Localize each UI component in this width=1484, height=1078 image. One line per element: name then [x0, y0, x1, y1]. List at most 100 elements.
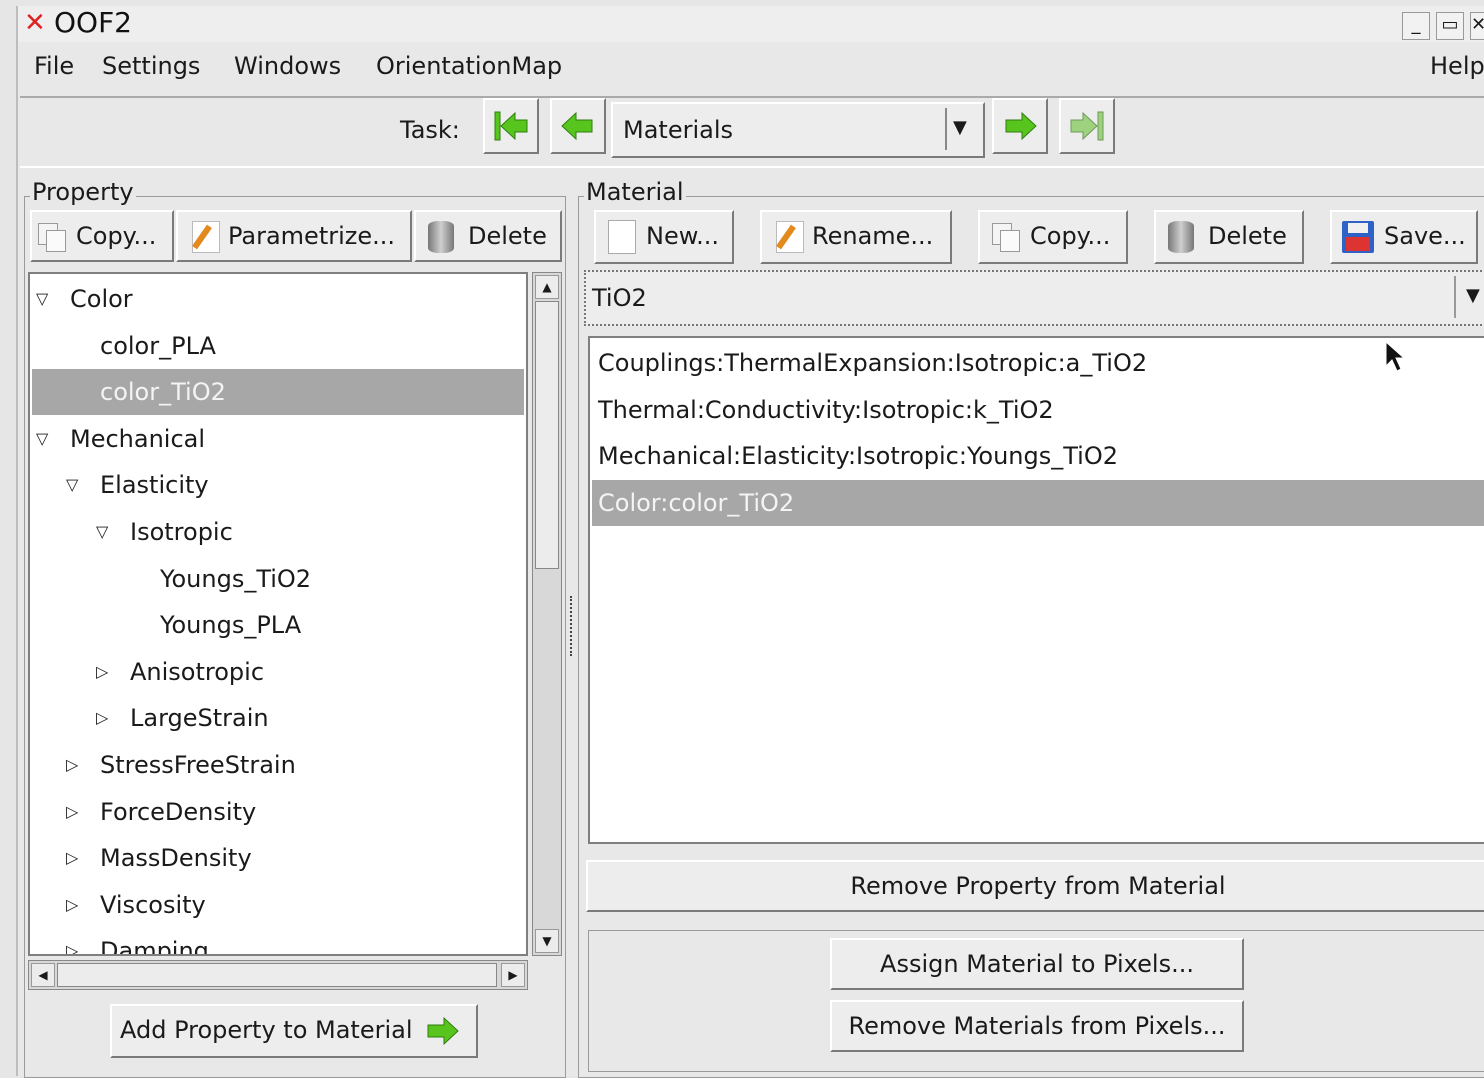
tree-row[interactable]: ▷ StressFreeStrain	[32, 742, 524, 788]
tree-row-label: ForceDensity	[100, 797, 257, 826]
tree-row-label: Isotropic	[130, 518, 233, 546]
menu-help[interactable]: Help	[1430, 48, 1484, 84]
task-label: Task:	[400, 116, 460, 144]
copy-icon	[38, 223, 66, 252]
tree-row[interactable]: ▷ MassDensity	[32, 835, 524, 881]
next-arrow-icon	[1005, 111, 1037, 141]
material-rename-label: Rename...	[812, 222, 934, 250]
material-select[interactable]: TiO2 ▼	[584, 270, 1484, 326]
tree-row-label: LargeStrain	[130, 704, 269, 733]
collapsed-triangle-icon[interactable]: ▷	[66, 882, 78, 928]
material-copy-label: Copy...	[1030, 222, 1111, 250]
list-item[interactable]: Couplings:ThermalExpansion:Isotropic:a_T…	[592, 340, 1484, 386]
menu-orientationmap[interactable]: OrientationMap	[376, 48, 562, 84]
collapsed-triangle-icon[interactable]: ▷	[66, 928, 78, 954]
list-item[interactable]: Color:color_TiO2	[592, 479, 1484, 526]
list-item[interactable]: Mechanical:Elasticity:Isotropic:Youngs_T…	[592, 433, 1484, 479]
tree-row[interactable]: ▷ Damping	[32, 928, 524, 954]
tree-row-label: Mechanical	[70, 424, 206, 453]
property-tree-hscroll[interactable]: ◀ ▶	[28, 960, 528, 990]
first-task-button[interactable]	[483, 98, 539, 154]
expanded-triangle-icon[interactable]: ▽	[36, 416, 48, 462]
scroll-down-icon[interactable]: ▼	[535, 929, 559, 953]
tree-row[interactable]: ▽ Mechanical	[32, 416, 524, 462]
close-button[interactable]: ✕	[1470, 12, 1484, 40]
add-property-button[interactable]: Add Property to Material	[110, 1004, 478, 1058]
tree-row[interactable]: ▷ Anisotropic	[32, 649, 524, 695]
tree-row[interactable]: color_PLA	[32, 323, 524, 369]
parametrize-button[interactable]: Parametrize...	[176, 210, 412, 262]
tree-row-label: MassDensity	[100, 844, 252, 873]
menu-windows[interactable]: Windows	[234, 48, 341, 84]
first-arrow-icon	[494, 111, 528, 141]
list-item[interactable]: Thermal:Conductivity:Isotropic:k_TiO2	[592, 387, 1484, 433]
new-document-icon	[608, 220, 636, 254]
scroll-right-icon[interactable]: ▶	[501, 963, 525, 987]
tree-row-label: Youngs_TiO2	[160, 564, 312, 593]
material-save-button[interactable]: Save...	[1330, 210, 1478, 264]
tree-row[interactable]: ▽ Isotropic	[32, 509, 524, 555]
hscroll-thumb[interactable]	[57, 963, 497, 987]
minimize-button[interactable]: _	[1402, 12, 1430, 40]
task-select-value: Materials	[623, 116, 734, 144]
restore-button[interactable]: ▭	[1436, 12, 1464, 40]
tree-row[interactable]: ▷ ForceDensity	[32, 789, 524, 835]
property-tree[interactable]: ▽ Color color_PLA color_TiO2 ▽ Mechanical ▽ Ela…	[28, 272, 528, 956]
scroll-left-icon[interactable]: ◀	[31, 963, 55, 987]
title-bar: ✕ OOF2 _ ▭ ✕	[18, 6, 1484, 42]
property-delete-label: Delete	[468, 222, 547, 250]
remove-property-button[interactable]: Remove Property from Material	[586, 860, 1484, 912]
material-rename-button[interactable]: Rename...	[760, 210, 952, 264]
material-new-label: New...	[646, 222, 720, 250]
tree-row[interactable]: Youngs_PLA	[32, 602, 524, 648]
material-new-button[interactable]: New...	[594, 210, 734, 264]
assign-material-button[interactable]: Assign Material to Pixels...	[830, 938, 1244, 990]
collapsed-triangle-icon[interactable]: ▷	[96, 695, 108, 741]
collapsed-triangle-icon[interactable]: ▷	[66, 835, 78, 881]
pane-resize-handle[interactable]	[570, 596, 576, 656]
tree-row[interactable]: Youngs_TiO2	[32, 556, 524, 602]
property-delete-button[interactable]: Delete	[414, 210, 562, 262]
property-copy-button[interactable]: Copy...	[30, 210, 174, 262]
mouse-cursor-icon	[1385, 340, 1406, 372]
tree-row-label: color_PLA	[100, 331, 216, 360]
collapsed-triangle-icon[interactable]: ▷	[66, 789, 78, 835]
scroll-up-icon[interactable]: ▲	[535, 275, 559, 299]
prev-task-button[interactable]	[550, 98, 606, 154]
tree-row[interactable]: color_TiO2	[32, 369, 524, 416]
material-copy-button[interactable]: Copy...	[978, 210, 1128, 264]
tree-row[interactable]: ▽ Elasticity	[32, 462, 524, 508]
tree-row-label: Anisotropic	[130, 657, 265, 686]
material-properties-list[interactable]: Couplings:ThermalExpansion:Isotropic:a_T…	[588, 336, 1484, 844]
expanded-triangle-icon[interactable]: ▽	[36, 276, 48, 322]
material-delete-button[interactable]: Delete	[1154, 210, 1304, 264]
property-frame-label: Property	[30, 178, 136, 206]
tree-row[interactable]: ▷ LargeStrain	[32, 695, 524, 741]
vscroll-thumb[interactable]	[535, 301, 559, 569]
chevron-down-icon: ▼	[953, 117, 967, 138]
assign-material-label: Assign Material to Pixels...	[880, 950, 1194, 978]
material-frame-label: Material	[584, 178, 686, 206]
tree-row-label: Youngs_PLA	[160, 611, 302, 640]
remove-materials-button[interactable]: Remove Materials from Pixels...	[830, 1000, 1244, 1052]
select-divider	[1454, 276, 1456, 318]
window-title: OOF2	[54, 6, 132, 39]
menu-settings[interactable]: Settings	[102, 48, 200, 84]
material-delete-label: Delete	[1208, 222, 1287, 250]
task-select[interactable]: Materials ▼	[611, 102, 985, 158]
collapsed-triangle-icon[interactable]: ▷	[66, 742, 78, 788]
last-arrow-icon	[1070, 111, 1104, 141]
chevron-down-icon: ▼	[1466, 285, 1480, 306]
material-save-label: Save...	[1384, 222, 1466, 250]
tree-row[interactable]: ▷ Viscosity	[32, 882, 524, 928]
menu-file[interactable]: File	[34, 48, 74, 84]
property-tree-vscroll[interactable]: ▲ ▼	[532, 272, 562, 956]
collapsed-triangle-icon[interactable]: ▷	[96, 649, 108, 695]
last-task-button[interactable]	[1059, 98, 1115, 154]
expanded-triangle-icon[interactable]: ▽	[96, 509, 108, 555]
minimize-icon: _	[1411, 14, 1421, 35]
next-task-button[interactable]	[992, 98, 1048, 154]
expanded-triangle-icon[interactable]: ▽	[66, 462, 78, 508]
prev-arrow-icon	[561, 111, 593, 141]
tree-row[interactable]: ▽ Color	[32, 276, 524, 322]
